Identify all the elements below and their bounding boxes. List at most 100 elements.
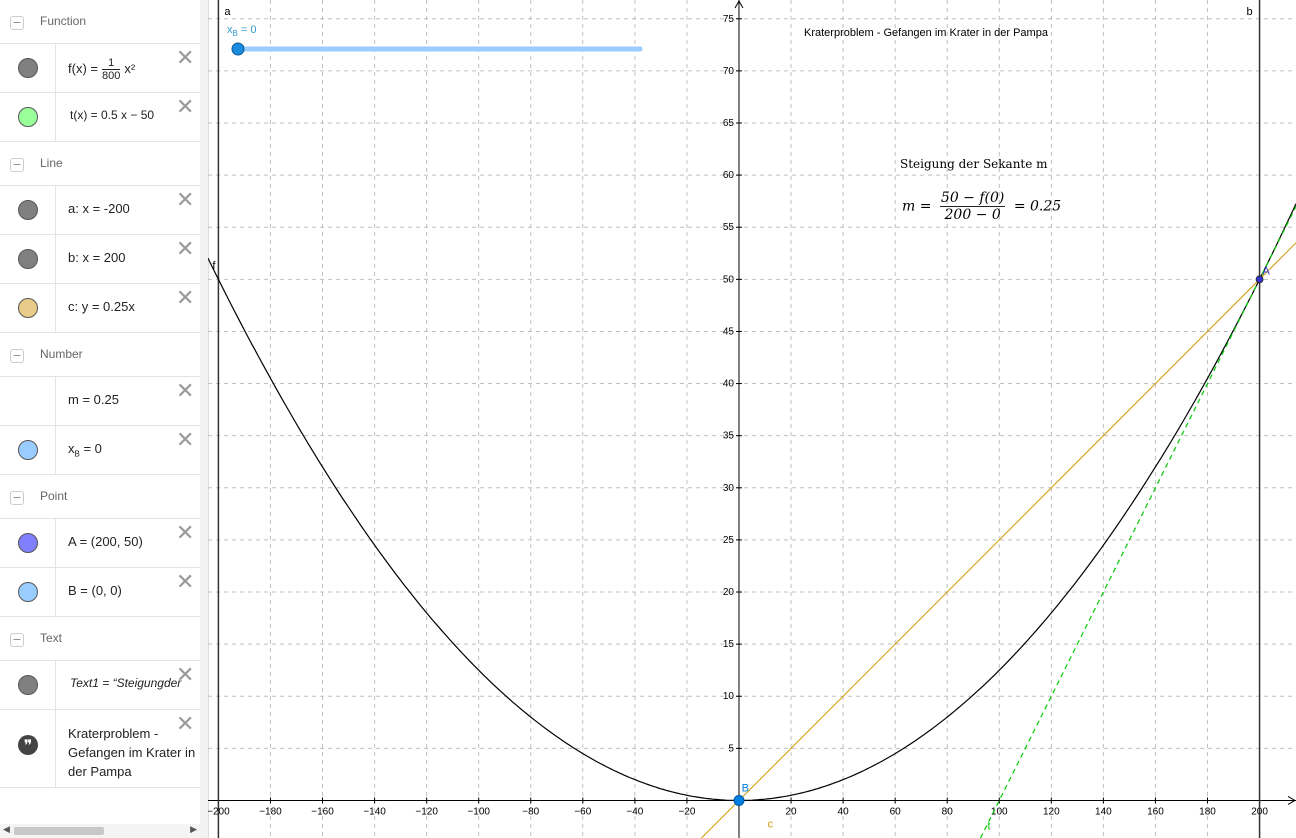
delete-icon[interactable]: ✕	[176, 97, 194, 119]
formula-lhs: m =	[902, 198, 932, 215]
visibility-toggle-icon[interactable]	[18, 440, 38, 460]
definition-c[interactable]: c: y = 0.25x	[68, 299, 135, 314]
delete-icon[interactable]: ✕	[176, 430, 194, 452]
x-tick-label: −140	[363, 806, 386, 817]
algebra-item-B[interactable]: B = (0, 0) ✕	[0, 568, 200, 617]
delete-icon[interactable]: ✕	[176, 714, 194, 736]
divider	[55, 93, 56, 141]
delete-icon[interactable]: ✕	[176, 190, 194, 212]
algebra-item-xB[interactable]: xB = 0 ✕	[0, 426, 200, 475]
point-B	[733, 794, 745, 806]
algebra-item-f[interactable]: f(x) = 1 800 x² ✕	[0, 44, 200, 93]
divider	[55, 710, 56, 787]
text2-line: der Pampa	[68, 764, 132, 779]
delete-icon[interactable]: ✕	[176, 239, 194, 261]
divider	[55, 377, 56, 425]
y-tick-label: 45	[723, 326, 735, 337]
category-function[interactable]: − Function	[0, 0, 200, 44]
collapse-toggle-icon[interactable]: −	[10, 491, 24, 505]
secant-formula[interactable]: m = 50 − f(0) 200 − 0 = 0.25	[902, 190, 1061, 223]
delete-icon[interactable]: ✕	[176, 48, 194, 70]
collapse-toggle-icon[interactable]: −	[10, 16, 24, 30]
category-line[interactable]: − Line	[0, 142, 200, 186]
algebra-item-text1[interactable]: Text1 = “Steigungder ✕	[0, 661, 200, 710]
text2-line: Gefangen im Krater in	[68, 745, 196, 760]
scroll-thumb[interactable]	[14, 827, 104, 835]
algebra-item-t[interactable]: t(x) = 0.5 x − 50 ✕	[0, 93, 200, 142]
secant-heading[interactable]: Steigung der Sekante m	[900, 157, 1048, 171]
algebra-item-text2[interactable]: ❞ Kraterproblem - Gefangen im Krater in …	[0, 710, 200, 788]
x-tick-label: 140	[1095, 806, 1112, 817]
graphics-view[interactable]: −200−180−160−140−120−100−80−60−40−202040…	[208, 0, 1296, 838]
x-tick-label: −80	[522, 806, 539, 817]
x-tick-label: 60	[890, 806, 902, 817]
x-tick-label: −100	[467, 806, 490, 817]
algebra-view: − Function f(x) = 1 800 x² ✕ t(x) = 0.5 x −…	[0, 0, 201, 838]
algebra-item-A[interactable]: A = (200, 50) ✕	[0, 519, 200, 568]
y-tick-label: 55	[723, 222, 735, 233]
divider	[55, 235, 56, 283]
algebra-item-m[interactable]: m = 0.25 ✕	[0, 377, 200, 426]
visibility-toggle-icon[interactable]	[18, 58, 38, 78]
definition-xB[interactable]: xB = 0	[68, 441, 102, 459]
definition-a[interactable]: a: x = -200	[68, 201, 130, 216]
delete-icon[interactable]: ✕	[176, 381, 194, 403]
visibility-toggle-icon[interactable]	[18, 675, 38, 695]
divider	[55, 661, 56, 709]
delete-icon[interactable]: ✕	[176, 572, 194, 594]
definition-m[interactable]: m = 0.25	[68, 392, 119, 407]
scroll-left-icon[interactable]: ◀	[3, 825, 10, 835]
formula-numerator: 50 − f(0)	[939, 190, 1006, 207]
slider-knob[interactable]	[231, 42, 245, 56]
category-label: Function	[40, 14, 87, 28]
label-f: f	[212, 260, 216, 272]
x-tick-label: 80	[942, 806, 954, 817]
collapse-toggle-icon[interactable]: −	[10, 158, 24, 172]
y-tick-label: 60	[723, 170, 735, 181]
scroll-right-icon[interactable]: ▶	[190, 825, 197, 835]
grid	[208, 0, 1296, 838]
algebra-item-b[interactable]: b: x = 200 ✕	[0, 235, 200, 284]
formula-rhs: = 0.25	[1013, 198, 1062, 215]
definition-B[interactable]: B = (0, 0)	[68, 583, 122, 598]
y-tick-label: 15	[723, 639, 735, 650]
category-number[interactable]: − Number	[0, 333, 200, 377]
horizontal-scrollbar[interactable]: ◀ ▶	[0, 824, 200, 838]
y-tick-label: 30	[723, 483, 735, 494]
graph-title[interactable]: Kraterproblem - Gefangen im Krater in de…	[804, 27, 1048, 39]
divider	[55, 44, 56, 92]
quote-icon[interactable]: ❞	[18, 735, 38, 755]
fraction-numerator: 1	[101, 57, 121, 70]
visibility-toggle-icon[interactable]	[18, 107, 38, 127]
delete-icon[interactable]: ✕	[176, 523, 194, 545]
algebra-item-a[interactable]: a: x = -200 ✕	[0, 186, 200, 235]
collapse-toggle-icon[interactable]: −	[10, 349, 24, 363]
visibility-toggle-icon[interactable]	[18, 249, 38, 269]
visibility-toggle-icon[interactable]	[18, 533, 38, 553]
y-tick-label: 20	[723, 587, 735, 598]
y-tick-label: 50	[723, 274, 735, 285]
delete-icon[interactable]: ✕	[176, 665, 194, 687]
tick-labels: −200−180−160−140−120−100−80−60−40−202040…	[208, 14, 1268, 818]
divider	[55, 284, 56, 332]
x-tick-label: 120	[1043, 806, 1060, 817]
visibility-toggle-icon[interactable]	[18, 582, 38, 602]
definition-b[interactable]: b: x = 200	[68, 250, 125, 265]
category-text[interactable]: − Text	[0, 617, 200, 661]
visibility-toggle-icon[interactable]	[18, 200, 38, 220]
line-c	[701, 242, 1296, 838]
visibility-toggle-icon[interactable]	[18, 298, 38, 318]
category-point[interactable]: − Point	[0, 475, 200, 519]
xB-value: = 0	[79, 441, 102, 456]
slider-label: xB = 0	[227, 24, 257, 38]
algebra-item-c[interactable]: c: y = 0.25x ✕	[0, 284, 200, 333]
formula-denominator: 200 − 0	[944, 207, 1001, 223]
curve-f	[208, 203, 1296, 802]
collapse-toggle-icon[interactable]: −	[10, 633, 24, 647]
definition-t[interactable]: t(x) = 0.5 x − 50	[70, 108, 154, 122]
definition-f[interactable]: f(x) = 1 800 x²	[68, 57, 135, 82]
formula-fraction: 50 − f(0) 200 − 0	[939, 190, 1006, 223]
definition-A[interactable]: A = (200, 50)	[68, 534, 143, 549]
delete-icon[interactable]: ✕	[176, 288, 194, 310]
x-tick-label: 20	[785, 806, 797, 817]
